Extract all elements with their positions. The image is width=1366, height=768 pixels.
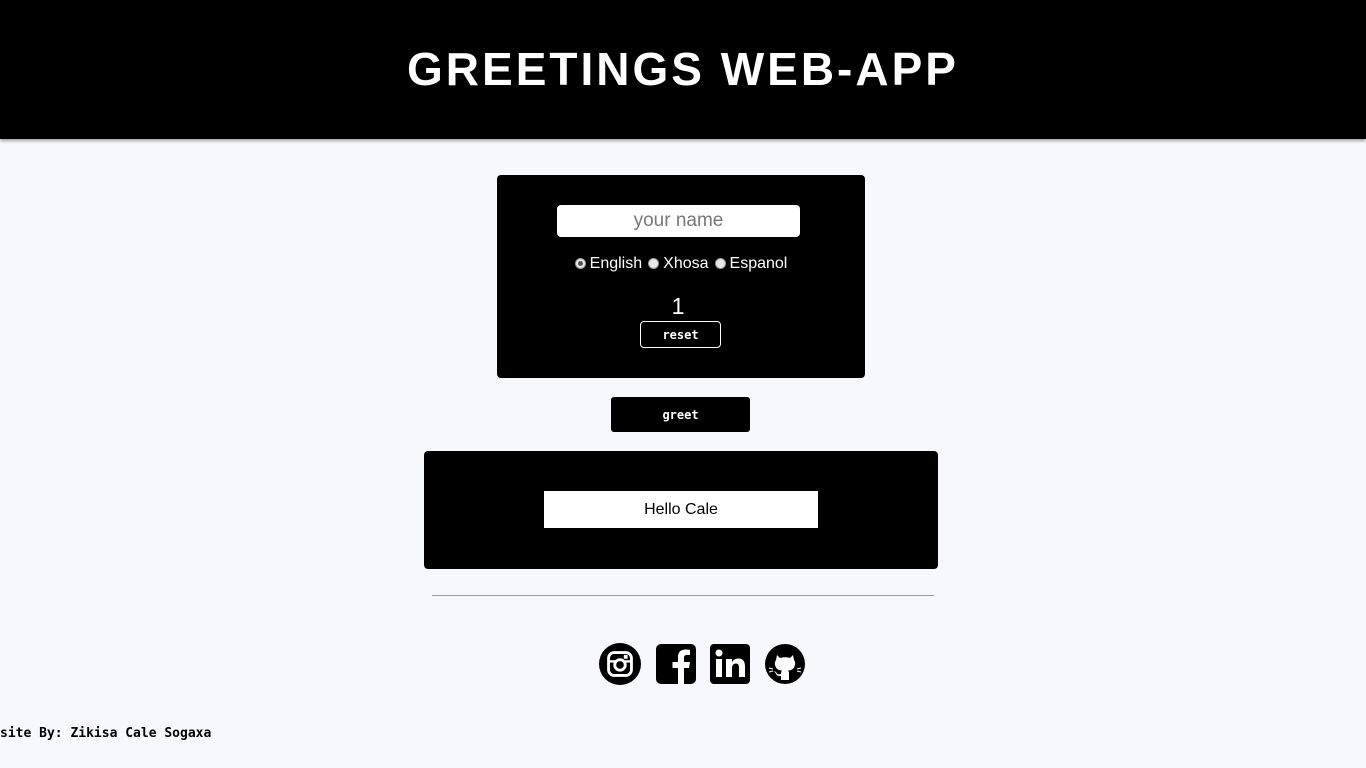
greet-button[interactable]: greet	[611, 397, 750, 432]
greeting-output-panel: Hello Cale	[424, 451, 938, 569]
radio-xhosa-label: Xhosa	[663, 255, 709, 272]
radio-english-label: English	[589, 255, 643, 272]
page-title: GREETINGS WEB-APP	[407, 43, 959, 95]
radio-english[interactable]: English	[574, 255, 643, 273]
instagram-icon[interactable]	[599, 643, 641, 685]
radio-espanol-button[interactable]	[714, 257, 726, 269]
greeting-message: Hello Cale	[544, 491, 818, 528]
radio-xhosa[interactable]: Xhosa	[648, 255, 709, 273]
radio-xhosa-button[interactable]	[648, 257, 660, 269]
divider	[432, 595, 934, 596]
reset-button[interactable]: reset	[640, 321, 721, 348]
page-header: GREETINGS WEB-APP	[0, 0, 1366, 139]
greet-form-panel: English Xhosa Espanol 1 reset	[497, 175, 865, 378]
radio-english-button[interactable]	[574, 257, 586, 269]
radio-espanol-label: Espanol	[729, 255, 788, 272]
language-radio-group: English Xhosa Espanol	[497, 255, 865, 273]
linkedin-icon[interactable]	[709, 643, 751, 685]
name-input[interactable]	[557, 205, 800, 237]
greet-counter: 1	[671, 293, 685, 319]
facebook-icon[interactable]	[655, 643, 697, 685]
github-icon[interactable]	[764, 643, 806, 685]
site-credit: site By: Zikisa Cale Sogaxa	[0, 726, 212, 741]
radio-espanol[interactable]: Espanol	[714, 255, 788, 273]
